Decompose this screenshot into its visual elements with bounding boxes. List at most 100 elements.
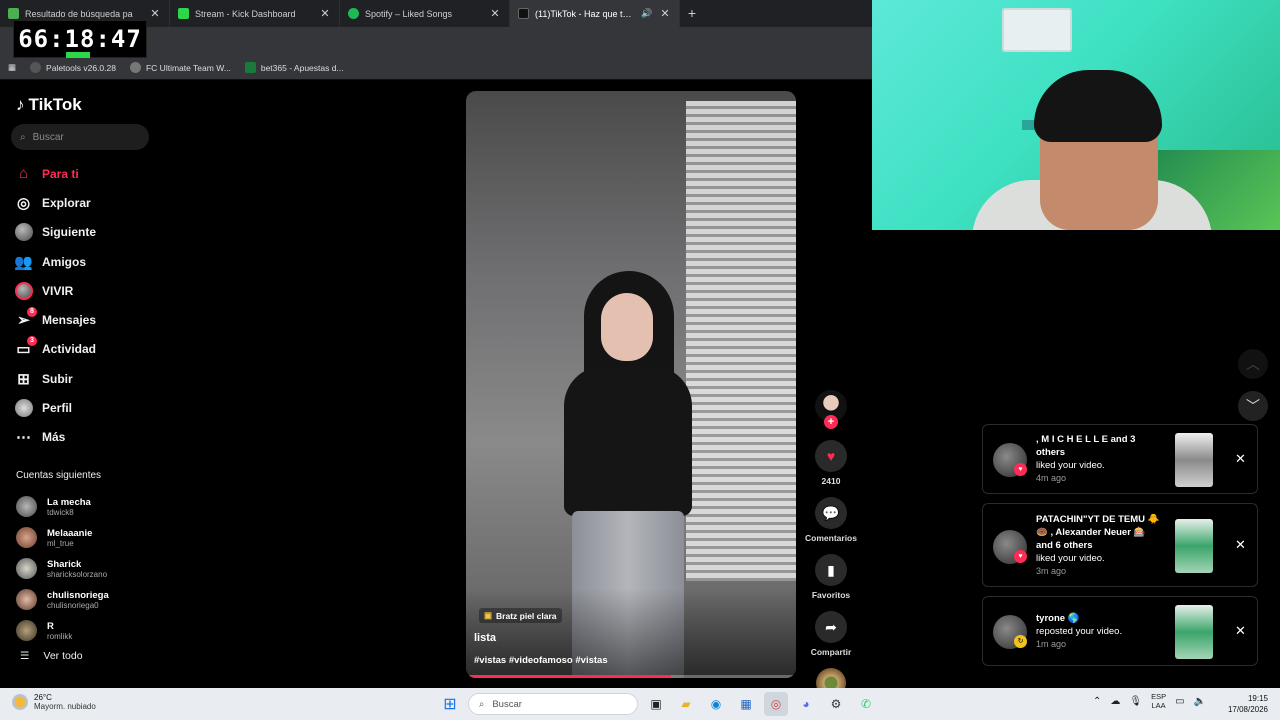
air-conditioner bbox=[1002, 8, 1072, 52]
cloud-icon[interactable]: ☁ bbox=[1110, 696, 1120, 707]
tab-kick-dashboard[interactable]: Stream - Kick Dashboard ✕ bbox=[170, 0, 340, 27]
tiktok-logo[interactable]: ♪ TikTok bbox=[16, 95, 82, 115]
weather-widget[interactable]: 26°C Mayorm. nubiado bbox=[12, 693, 96, 711]
discord-icon[interactable]: ◕ bbox=[794, 692, 818, 716]
chrome-icon[interactable]: ◎ bbox=[764, 692, 788, 716]
tab-close-icon[interactable]: ✕ bbox=[319, 7, 331, 20]
edge-icon[interactable]: ◉ bbox=[704, 692, 728, 716]
apps-grid-icon[interactable]: ▦ bbox=[8, 62, 16, 73]
activity-icon: ▭ 3 bbox=[14, 335, 37, 359]
heart-icon: ♥ bbox=[1014, 550, 1027, 563]
comments-button[interactable]: 💬 bbox=[815, 497, 847, 529]
share-button[interactable]: ➦ bbox=[815, 611, 847, 643]
like-button[interactable]: ♥ bbox=[815, 440, 847, 472]
nav-label: Amigos bbox=[42, 254, 87, 269]
nav-subir[interactable]: ⊞ Subir bbox=[14, 364, 96, 393]
speaker-icon[interactable]: 🔈 bbox=[1194, 696, 1206, 707]
following-name: La mecha bbox=[47, 496, 91, 508]
video-hashtags[interactable]: #vistas #videofamoso #vistas bbox=[474, 655, 608, 666]
speaker-icon[interactable]: 🔊 bbox=[641, 8, 653, 19]
tab-spotify[interactable]: Spotify – Liked Songs ✕ bbox=[340, 0, 510, 27]
chevron-up-icon[interactable]: ⌃ bbox=[1093, 696, 1101, 707]
video-player[interactable]: ▣ Bratz piel clara lista #vistas #videof… bbox=[466, 91, 796, 678]
notification-text: tyrone 🌎 reposted your video. 1m ago bbox=[1036, 612, 1162, 651]
microphone-icon[interactable]: 🎙 bbox=[1129, 696, 1142, 707]
video-thumbnail[interactable] bbox=[1175, 433, 1213, 487]
network-icon[interactable]: ▭ bbox=[1175, 696, 1184, 707]
globe-icon bbox=[30, 62, 42, 73]
following-item[interactable]: La mecha tdwick8 bbox=[16, 491, 109, 522]
bookmarks-bar: ▦ Paletools v26.0.28 FC Ultimate Team W.… bbox=[0, 56, 872, 80]
video-title: lista bbox=[474, 632, 497, 644]
new-tab-button[interactable]: + bbox=[680, 0, 704, 27]
close-icon[interactable]: ✕ bbox=[1235, 537, 1246, 553]
video-progress-bar[interactable] bbox=[466, 675, 796, 678]
bookmark-bet365[interactable]: bet365 - Apuestas d... bbox=[244, 62, 344, 73]
notification-action: reposted your video. bbox=[1036, 626, 1123, 637]
notification-card[interactable]: ↻ tyrone 🌎 reposted your video. 1m ago ✕ bbox=[982, 596, 1258, 666]
nav-label: Actividad bbox=[42, 342, 97, 357]
sound-tag[interactable]: ▣ Bratz piel clara bbox=[479, 608, 562, 623]
nav-mensajes[interactable]: ➢ 8 Mensajes bbox=[14, 305, 96, 334]
favorites-button[interactable]: ▮ bbox=[815, 554, 847, 586]
whatsapp-icon[interactable]: ✆ bbox=[854, 692, 878, 716]
tiktok-note-icon: ♪ bbox=[16, 95, 25, 114]
heart-icon: ♥ bbox=[826, 448, 836, 464]
scroll-down-button[interactable]: ﹀ bbox=[1238, 391, 1268, 421]
avatar bbox=[16, 558, 37, 579]
following-item[interactable]: Rromlikk bbox=[16, 615, 109, 646]
spotify-icon bbox=[348, 8, 359, 19]
notification-action: liked your video. bbox=[1036, 553, 1105, 564]
tab-tiktok[interactable]: (11)TikTok - Haz que tu día 🔊 ✕ bbox=[510, 0, 680, 27]
notification-text: PATACHIN"YT DE TEMU 🐥 🍩 , Alexander Neue… bbox=[1036, 513, 1162, 578]
search-input[interactable]: ⌕ Buscar bbox=[11, 124, 149, 150]
list-icon: ☰ bbox=[20, 650, 30, 662]
bookmark-paletools[interactable]: Paletools v26.0.28 bbox=[30, 62, 116, 73]
tab-close-icon[interactable]: ✕ bbox=[149, 7, 161, 20]
nav-siguiente[interactable]: Siguiente bbox=[14, 218, 96, 247]
nav-vivir[interactable]: VIVIR bbox=[14, 276, 96, 305]
clock-date: 17/08/2026 bbox=[1227, 705, 1268, 714]
creator-avatar[interactable]: + bbox=[815, 390, 847, 429]
task-view-icon[interactable]: ▣ bbox=[644, 692, 668, 716]
following-item[interactable]: chulisnoriega chulisnoriega0 bbox=[16, 584, 109, 615]
see-all-link[interactable]: ☰ Ver todo bbox=[20, 650, 83, 662]
taskbar-search[interactable]: ⌕ Buscar bbox=[468, 693, 638, 715]
nav-para-ti[interactable]: ⌂ Para ti bbox=[14, 159, 96, 188]
follow-plus-icon[interactable]: + bbox=[824, 415, 838, 429]
bookmark-label: bet365 - Apuestas d... bbox=[260, 62, 344, 73]
nav-mas[interactable]: ⋯ Más bbox=[14, 423, 96, 452]
tab-title: Spotify – Liked Songs bbox=[365, 8, 453, 19]
nav-actividad[interactable]: ▭ 3 Actividad bbox=[14, 335, 96, 364]
following-item[interactable]: Sharick sharicksolorzano bbox=[16, 553, 109, 584]
language-indicator[interactable]: ESP LAA bbox=[1151, 692, 1166, 710]
kick-icon bbox=[178, 8, 189, 19]
close-icon[interactable]: ✕ bbox=[1235, 623, 1246, 639]
close-icon[interactable]: ✕ bbox=[1235, 451, 1246, 467]
scroll-up-button[interactable]: ︿ bbox=[1238, 349, 1268, 379]
tab-close-icon[interactable]: ✕ bbox=[659, 7, 671, 20]
video-thumbnail[interactable] bbox=[1175, 605, 1213, 659]
nav-perfil[interactable]: Perfil bbox=[14, 393, 96, 422]
notification-card[interactable]: ♥ , M I C H E L L E and 3 others liked y… bbox=[982, 424, 1258, 494]
store-icon[interactable]: ▦ bbox=[734, 692, 758, 716]
notification-time: 3m ago bbox=[1036, 566, 1067, 576]
weather-cloud-icon bbox=[12, 694, 28, 710]
following-username: chulisnoriega0 bbox=[47, 600, 99, 610]
clock[interactable]: 19:15 17/08/2026 bbox=[1222, 693, 1268, 715]
following-header: Cuentas siguientes bbox=[16, 470, 102, 481]
tab-close-icon[interactable]: ✕ bbox=[489, 7, 501, 20]
following-item[interactable]: Melaaanie ml_true bbox=[16, 522, 109, 553]
file-explorer-icon[interactable]: ▰ bbox=[674, 692, 698, 716]
following-name: chulisnoriega bbox=[47, 589, 109, 601]
following-username: sharicksolorzano bbox=[47, 569, 108, 579]
lang-code: ESP bbox=[1151, 692, 1167, 701]
notification-card[interactable]: ♥ PATACHIN"YT DE TEMU 🐥 🍩 , Alexander Ne… bbox=[982, 503, 1258, 587]
video-thumbnail[interactable] bbox=[1175, 519, 1213, 573]
nav-amigos[interactable]: 👥 Amigos bbox=[14, 247, 96, 276]
nav-explorar[interactable]: ◎ Explorar bbox=[14, 188, 96, 217]
bookmark-fc-ultimate[interactable]: FC Ultimate Team W... bbox=[129, 62, 231, 73]
windows-start-icon[interactable]: ⊞ bbox=[438, 692, 462, 716]
avatar bbox=[16, 589, 37, 610]
app-icon[interactable]: ⚙ bbox=[824, 692, 848, 716]
